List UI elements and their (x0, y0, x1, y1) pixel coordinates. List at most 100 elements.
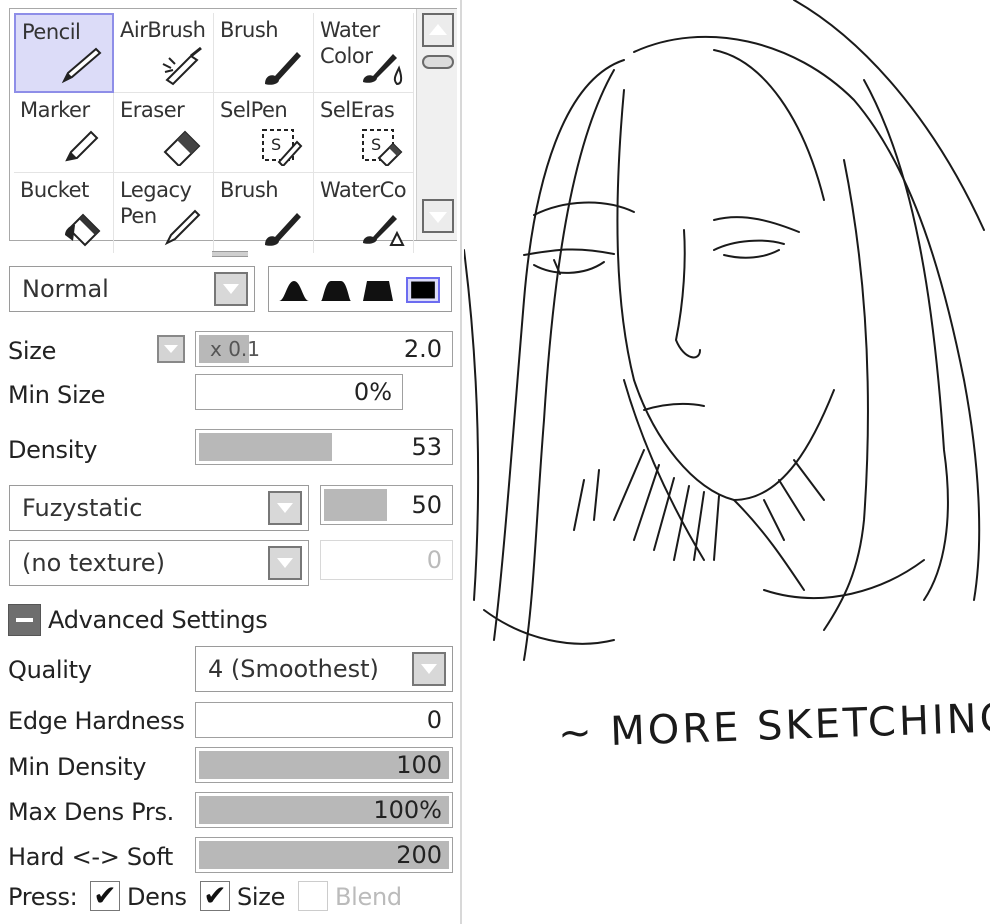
press-dens-checkbox[interactable]: ✔ (90, 881, 120, 911)
brush-shape-selector (268, 266, 452, 312)
paper-texture-value: (no texture) (22, 549, 165, 577)
scroll-down-button[interactable] (422, 199, 454, 233)
seleras-icon: S (362, 129, 403, 166)
chevron-down-icon[interactable] (268, 546, 302, 580)
sketch-drawing (464, 0, 985, 661)
tool-airbrush[interactable]: AirBrush (114, 13, 214, 93)
brush-texture-strength-slider[interactable]: 50 (320, 485, 453, 525)
brush-icon (265, 213, 301, 246)
tool-selpen[interactable]: SelPen S (214, 93, 314, 173)
tool-watercolor[interactable]: Water Color (314, 13, 414, 93)
density-value: 53 (411, 433, 442, 461)
min-size-value: 0% (353, 378, 392, 406)
size-multiplier-value: x 0.1 (210, 337, 260, 361)
tool-marker[interactable]: Marker (14, 93, 114, 173)
blend-mode-value: Normal (22, 275, 109, 303)
max-dens-prs-value: 100% (373, 796, 442, 824)
press-blend-checkbox (298, 881, 328, 911)
hard-shape-icon[interactable] (361, 277, 395, 303)
tool-label: SelPen (220, 98, 288, 122)
square-shape-icon[interactable] (406, 277, 440, 303)
eraser-icon (163, 130, 201, 166)
press-blend-label: Blend (335, 883, 402, 911)
edge-hardness-label: Edge Hardness (8, 707, 185, 735)
brush-texture-value: Fuzystatic (22, 494, 143, 522)
edge-hardness-value: 0 (426, 706, 442, 734)
drawing-canvas[interactable]: ~ MORE SKETCHING ~ (464, 0, 990, 924)
chevron-down-icon[interactable] (412, 652, 446, 686)
brush-texture-strength-value: 50 (411, 491, 442, 519)
tool-label: Pencil (22, 20, 81, 44)
tool-label: Eraser (120, 98, 185, 122)
press-dens-label: Dens (127, 883, 187, 911)
press-size-label: Size (237, 883, 286, 911)
press-size-checkbox[interactable]: ✔ (200, 881, 230, 911)
airbrush-icon (162, 46, 202, 86)
blend-mode-select[interactable]: Normal (9, 266, 255, 312)
max-dens-prs-label: Max Dens Prs. (8, 798, 174, 826)
max-dens-prs-slider[interactable]: 100% (195, 792, 453, 828)
panel-resize-grip[interactable] (212, 251, 248, 257)
pencil-icon (61, 47, 102, 84)
press-label: Press: (8, 883, 78, 911)
tool-label: SelEras (320, 98, 395, 122)
quality-select[interactable]: 4 (Smoothest) (195, 646, 453, 692)
tool-label: WaterCo (320, 178, 407, 202)
tool-bucket[interactable]: Bucket (14, 173, 114, 253)
edge-hardness-slider[interactable]: 0 (195, 702, 453, 738)
brush-texture-select[interactable]: Fuzystatic (9, 485, 309, 531)
paper-texture-strength-slider: 0 (320, 540, 453, 580)
medium-shape-icon[interactable] (319, 277, 353, 303)
tool-grid: Pencil AirBrush Brush Water Color Marker… (9, 8, 457, 253)
tool-legacy-pen[interactable]: Legacy Pen (114, 173, 214, 253)
legacy-pen-icon (164, 209, 201, 246)
hard-soft-value: 200 (396, 841, 442, 869)
svg-text:S: S (271, 135, 281, 154)
scroll-up-button[interactable] (422, 13, 454, 47)
paper-texture-select[interactable]: (no texture) (9, 540, 309, 586)
min-density-value: 100 (396, 751, 442, 779)
tool-brush-2[interactable]: Brush (214, 173, 314, 253)
tool-watercolor-2[interactable]: WaterCo (314, 173, 414, 253)
size-multiplier-dropdown[interactable] (157, 335, 185, 363)
tool-brush[interactable]: Brush (214, 13, 314, 93)
watercolor-icon (363, 54, 403, 86)
tool-label: Brush (220, 18, 279, 42)
tool-label: Bucket (20, 178, 89, 202)
tool-eraser[interactable]: Eraser (114, 93, 214, 173)
quality-value: 4 (Smoothest) (208, 655, 379, 683)
paper-texture-strength-value: 0 (426, 546, 442, 574)
scroll-thumb[interactable] (422, 55, 454, 69)
min-density-label: Min Density (8, 753, 147, 781)
soft-shape-icon[interactable] (277, 277, 311, 303)
selpen-icon: S (262, 129, 303, 166)
svg-text:S: S (371, 135, 381, 154)
density-label: Density (8, 436, 98, 464)
arrow-up-icon (429, 24, 447, 35)
density-slider-fill (199, 433, 332, 461)
size-slider[interactable]: x 0.1 2.0 (195, 331, 453, 367)
tool-label: Brush (220, 178, 279, 202)
min-size-label: Min Size (8, 381, 106, 409)
chevron-down-icon[interactable] (268, 491, 302, 525)
hard-soft-label: Hard <-> Soft (8, 843, 174, 871)
min-density-slider[interactable]: 100 (195, 747, 453, 783)
arrow-down-icon (429, 212, 447, 223)
advanced-settings-label: Advanced Settings (48, 606, 268, 634)
tool-pencil[interactable]: Pencil (14, 13, 114, 93)
brush-texture-strength-fill (324, 489, 387, 521)
tool-scrollbar[interactable] (416, 9, 457, 240)
tool-seleras[interactable]: SelEras S (314, 93, 414, 173)
marker-icon (65, 130, 99, 162)
min-size-slider[interactable]: 0% (195, 374, 403, 410)
tool-label: Marker (20, 98, 90, 122)
brush-tool-panel: Pencil AirBrush Brush Water Color Marker… (0, 0, 462, 924)
size-label: Size (8, 337, 57, 365)
density-slider[interactable]: 53 (195, 429, 453, 465)
brush-icon (265, 52, 301, 85)
size-value: 2.0 (403, 335, 442, 363)
hard-soft-slider[interactable]: 200 (195, 837, 453, 873)
quality-label: Quality (8, 656, 92, 684)
collapse-advanced-button[interactable] (8, 604, 41, 636)
chevron-down-icon[interactable] (214, 272, 248, 306)
